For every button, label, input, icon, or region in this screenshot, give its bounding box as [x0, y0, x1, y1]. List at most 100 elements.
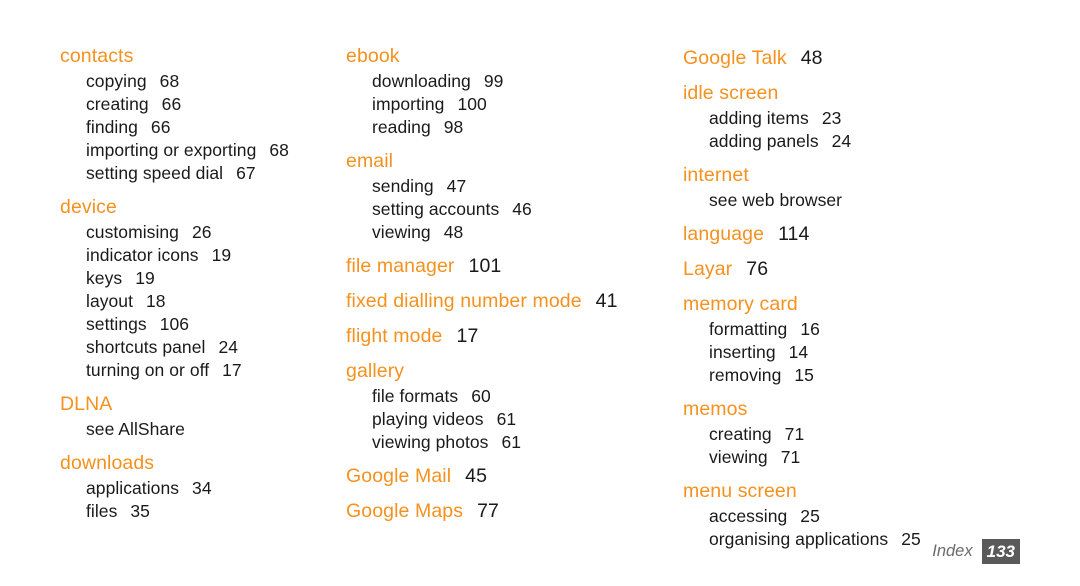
index-entry-list: see web browser	[683, 189, 1080, 212]
index-group: downloads applications 34 files 35	[60, 451, 340, 523]
index-heading-term: memory card	[683, 293, 798, 315]
index-heading[interactable]: device	[60, 195, 340, 220]
index-heading[interactable]: DLNA	[60, 392, 340, 417]
index-entry[interactable]: setting speed dial 67	[60, 162, 340, 185]
index-heading[interactable]: flight mode 17	[346, 324, 670, 349]
index-entry-label: viewing photos	[372, 432, 489, 452]
index-heading-page-number: 77	[477, 500, 499, 522]
index-entry[interactable]: turning on or off 17	[60, 359, 340, 382]
index-columns: contacts copying 68 creating 66 finding 66 impo…	[0, 44, 1080, 551]
index-entry-page-number: 106	[159, 314, 190, 334]
index-entry[interactable]: sending 47	[346, 175, 670, 198]
index-entry[interactable]: creating 66	[60, 93, 340, 116]
index-entry-label: formatting	[709, 319, 788, 339]
index-entry-label: viewing	[709, 447, 768, 467]
index-heading[interactable]: idle screen	[683, 81, 1080, 106]
index-entry[interactable]: reading 98	[346, 116, 670, 139]
index-heading-term: language	[683, 223, 765, 245]
index-entry[interactable]: adding items 23	[683, 107, 1080, 130]
index-entry[interactable]: creating 71	[683, 423, 1080, 446]
index-entry-label: files	[86, 501, 118, 521]
index-entry[interactable]: finding 66	[60, 116, 340, 139]
index-entry[interactable]: importing or exporting 68	[60, 139, 340, 162]
index-heading-term: DLNA	[60, 393, 113, 415]
index-entry-label: see web browser	[709, 190, 843, 210]
index-entry-label: sending	[372, 176, 434, 196]
index-entry-label: see AllShare	[86, 419, 185, 439]
index-heading[interactable]: Google Maps 77	[346, 499, 670, 524]
index-entry[interactable]: adding panels 24	[683, 130, 1080, 153]
index-entry-label: importing	[372, 94, 445, 114]
index-entry[interactable]: applications 34	[60, 477, 340, 500]
index-entry-label: removing	[709, 365, 782, 385]
index-entry-label: adding panels	[709, 131, 819, 151]
index-entry-label: customising	[86, 222, 179, 242]
index-heading[interactable]: language 114	[683, 222, 1080, 247]
index-entry[interactable]: playing videos 61	[346, 408, 670, 431]
index-heading-term: Layar	[683, 258, 733, 280]
index-entry[interactable]: inserting 14	[683, 341, 1080, 364]
index-heading-page-number: 41	[595, 290, 618, 312]
index-heading[interactable]: internet	[683, 163, 1080, 188]
index-entry-list: downloading 99 importing 100 reading 98	[346, 70, 670, 139]
index-entry[interactable]: organising applications 25	[683, 528, 1080, 551]
index-entry[interactable]: accessing 25	[683, 505, 1080, 528]
index-entry[interactable]: formatting 16	[683, 318, 1080, 341]
index-entry[interactable]: customising 26	[60, 221, 340, 244]
index-entry-page-number: 68	[159, 71, 180, 91]
index-entry[interactable]: file formats 60	[346, 385, 670, 408]
index-entry-label: indicator icons	[86, 245, 199, 265]
index-heading[interactable]: email	[346, 149, 670, 174]
index-entry[interactable]: settings 106	[60, 313, 340, 336]
index-heading[interactable]: Google Mail 45	[346, 464, 670, 489]
index-heading[interactable]: memory card	[683, 292, 1080, 317]
index-heading-term: idle screen	[683, 82, 779, 104]
index-entry[interactable]: shortcuts panel 24	[60, 336, 340, 359]
index-heading[interactable]: Google Talk 48	[683, 46, 1080, 71]
index-group: idle screen adding items 23 adding panels 24	[683, 81, 1080, 153]
index-entry[interactable]: keys 19	[60, 267, 340, 290]
index-entry[interactable]: files 35	[60, 500, 340, 523]
index-group: gallery file formats 60 playing videos 61 vie…	[346, 359, 670, 454]
index-entry[interactable]: setting accounts 46	[346, 198, 670, 221]
index-heading-page-number: 48	[800, 47, 823, 69]
index-entry-label: copying	[86, 71, 147, 91]
index-group: flight mode 17	[346, 324, 670, 349]
index-entry[interactable]: viewing 71	[683, 446, 1080, 469]
index-entry[interactable]: copying 68	[60, 70, 340, 93]
index-entry-page-number: 66	[150, 117, 171, 137]
index-heading[interactable]: ebook	[346, 44, 670, 69]
index-heading[interactable]: Layar 76	[683, 257, 1080, 282]
index-heading-term: internet	[683, 164, 749, 186]
index-entry-page-number: 17	[222, 360, 242, 380]
index-entry[interactable]: removing 15	[683, 364, 1080, 387]
index-entry[interactable]: see AllShare	[60, 418, 340, 441]
index-entry[interactable]: downloading 99	[346, 70, 670, 93]
index-entry-label: finding	[86, 117, 138, 137]
index-heading[interactable]: memos	[683, 397, 1080, 422]
index-entry-page-number: 98	[443, 117, 464, 137]
index-group: memos creating 71 viewing 71	[683, 397, 1080, 469]
index-heading[interactable]: menu screen	[683, 479, 1080, 504]
index-group: Layar 76	[683, 257, 1080, 282]
index-heading[interactable]: fixed dialling number mode 41	[346, 289, 670, 314]
index-entry[interactable]: layout 18	[60, 290, 340, 313]
index-heading-term: email	[346, 150, 394, 172]
index-heading-term: downloads	[60, 452, 155, 474]
index-entry-page-number: 26	[191, 222, 212, 242]
index-entry-page-number: 61	[496, 409, 517, 429]
index-heading[interactable]: contacts	[60, 44, 340, 69]
index-entry[interactable]: importing 100	[346, 93, 670, 116]
index-entry[interactable]: see web browser	[683, 189, 1080, 212]
index-group: contacts copying 68 creating 66 finding 66 impo…	[60, 44, 340, 185]
index-group: menu screen accessing 25 organising applica…	[683, 479, 1080, 551]
index-heading[interactable]: downloads	[60, 451, 340, 476]
index-heading-term: flight mode	[346, 325, 443, 347]
index-entry-label: reading	[372, 117, 431, 137]
index-entry[interactable]: viewing photos 61	[346, 431, 670, 454]
index-entry[interactable]: indicator icons 19	[60, 244, 340, 267]
index-heading[interactable]: file manager 101	[346, 254, 670, 279]
index-heading[interactable]: gallery	[346, 359, 670, 384]
index-entry[interactable]: viewing 48	[346, 221, 670, 244]
index-heading-term: gallery	[346, 360, 405, 382]
